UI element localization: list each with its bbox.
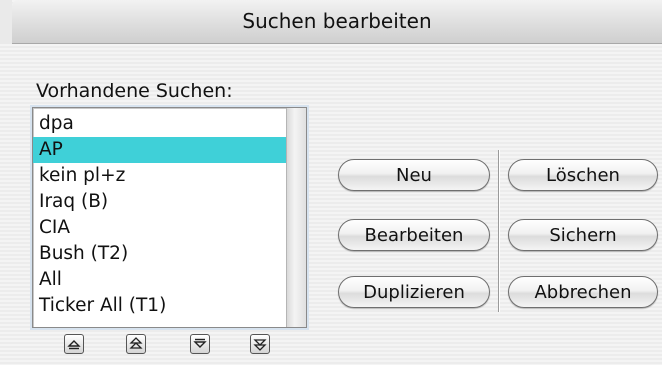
- list-scrollbar[interactable]: [286, 108, 306, 327]
- list-item[interactable]: Iraq (B): [33, 189, 287, 215]
- list-item[interactable]: kein pl+z: [33, 163, 287, 189]
- list-item[interactable]: All: [33, 267, 287, 293]
- title-bar[interactable]: Suchen bearbeiten: [12, 0, 662, 44]
- move-top-button[interactable]: [64, 334, 84, 354]
- searches-listbox[interactable]: dpa AP kein pl+z Iraq (B) CIA Bush (T2) …: [32, 107, 307, 328]
- move-down-icon: [193, 338, 207, 348]
- reorder-controls: [48, 330, 280, 365]
- edit-button[interactable]: Bearbeiten: [338, 219, 490, 251]
- list-item-selected[interactable]: AP: [33, 137, 287, 163]
- window-title: Suchen bearbeiten: [242, 9, 432, 33]
- move-bottom-button[interactable]: [250, 334, 270, 354]
- delete-button[interactable]: Löschen: [508, 159, 658, 191]
- searches-list: dpa AP kein pl+z Iraq (B) CIA Bush (T2) …: [33, 111, 287, 319]
- list-item[interactable]: CIA: [33, 215, 287, 241]
- move-up-icon: [129, 337, 143, 349]
- list-item[interactable]: Bush (T2): [33, 241, 287, 267]
- save-button[interactable]: Sichern: [508, 219, 658, 251]
- cancel-button[interactable]: Abbrechen: [508, 276, 658, 308]
- new-button[interactable]: Neu: [338, 159, 490, 191]
- move-bottom-icon: [253, 339, 267, 351]
- window-edge: [0, 0, 12, 44]
- list-item[interactable]: dpa: [33, 111, 287, 137]
- searches-list-label: Vorhandene Suchen:: [36, 80, 233, 102]
- move-down-button[interactable]: [190, 334, 210, 354]
- move-up-button[interactable]: [126, 334, 146, 354]
- button-divider: [498, 150, 500, 312]
- move-top-icon: [67, 340, 81, 350]
- duplicate-button[interactable]: Duplizieren: [338, 276, 490, 308]
- list-item[interactable]: Ticker All (T1): [33, 293, 287, 319]
